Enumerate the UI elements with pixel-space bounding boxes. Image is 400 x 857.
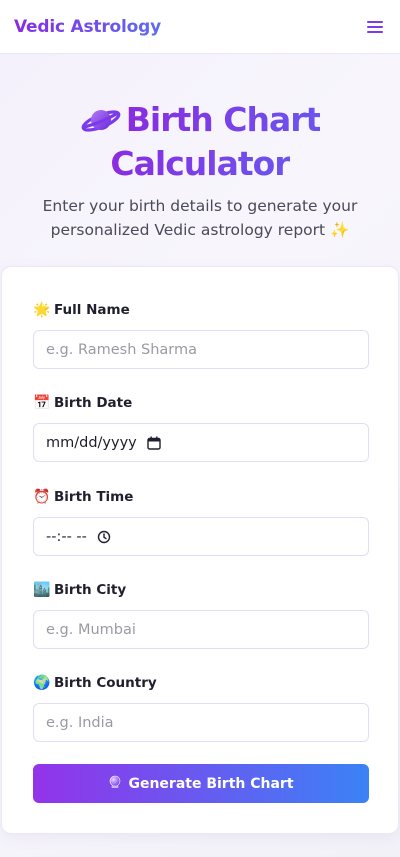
generate-birth-chart-label: Generate Birth Chart bbox=[128, 775, 294, 792]
page-subtitle: Enter your birth details to generate you… bbox=[42, 197, 358, 239]
birth-country-input[interactable]: e.g. India bbox=[33, 703, 369, 742]
ringed-planet-icon bbox=[80, 104, 122, 144]
title-line-2: Calculator bbox=[110, 144, 290, 183]
hamburger-menu-button[interactable] bbox=[364, 16, 386, 38]
birth-date-value: mm/dd/yyyy bbox=[46, 434, 137, 451]
crystal-ball-icon bbox=[108, 775, 122, 793]
full-name-placeholder: e.g. Ramesh Sharma bbox=[46, 341, 197, 358]
star-icon: 🌟 bbox=[33, 302, 51, 318]
globe-icon: 🌍 bbox=[33, 675, 51, 691]
birth-country-placeholder: e.g. India bbox=[46, 714, 114, 731]
title-line-1: Birth Chart bbox=[125, 100, 322, 139]
full-name-label: 🌟 Full Name bbox=[33, 300, 369, 320]
birth-time-input[interactable]: --:-- -- bbox=[33, 517, 369, 556]
birth-date-field: 📅 Birth Date mm/dd/yyyy bbox=[33, 393, 369, 462]
birth-time-label-text: Birth Time bbox=[54, 489, 134, 505]
top-nav-bar: Vedic Astrology bbox=[0, 0, 400, 54]
birth-city-input[interactable]: e.g. Mumbai bbox=[33, 610, 369, 649]
birth-city-label-text: Birth City bbox=[54, 582, 127, 598]
clock-icon[interactable] bbox=[97, 530, 111, 544]
hamburger-menu-icon bbox=[367, 20, 383, 33]
birth-date-label-text: Birth Date bbox=[54, 395, 133, 411]
cityscape-icon: 🏙️ bbox=[33, 582, 51, 598]
birth-details-form: 🌟 Full Name e.g. Ramesh Sharma 📅 Birth D… bbox=[1, 266, 399, 834]
generate-birth-chart-button[interactable]: Generate Birth Chart bbox=[33, 764, 369, 803]
full-name-input[interactable]: e.g. Ramesh Sharma bbox=[33, 330, 369, 369]
birth-time-field: ⏰ Birth Time --:-- -- bbox=[33, 487, 369, 556]
birth-time-label: ⏰ Birth Time bbox=[33, 487, 369, 507]
page-title: Birth Chart Calculator bbox=[0, 100, 400, 184]
birth-date-label: 📅 Birth Date bbox=[33, 393, 369, 413]
brand-logo-text[interactable]: Vedic Astrology bbox=[14, 17, 161, 37]
hero-section: Birth Chart Calculator Enter your birth … bbox=[0, 54, 400, 242]
alarm-clock-icon: ⏰ bbox=[33, 489, 51, 505]
birth-time-value: --:-- -- bbox=[46, 528, 87, 545]
birth-city-field: 🏙️ Birth City e.g. Mumbai bbox=[33, 580, 369, 649]
full-name-field: 🌟 Full Name e.g. Ramesh Sharma bbox=[33, 300, 369, 369]
calendar-icon[interactable] bbox=[147, 436, 161, 450]
calendar-emoji-icon: 📅 bbox=[33, 395, 51, 411]
birth-country-label: 🌍 Birth Country bbox=[33, 673, 369, 693]
birth-country-label-text: Birth Country bbox=[54, 675, 157, 691]
birth-date-input[interactable]: mm/dd/yyyy bbox=[33, 423, 369, 462]
full-name-label-text: Full Name bbox=[54, 302, 130, 318]
birth-city-label: 🏙️ Birth City bbox=[33, 580, 369, 600]
birth-country-field: 🌍 Birth Country e.g. India bbox=[33, 673, 369, 742]
birth-city-placeholder: e.g. Mumbai bbox=[46, 621, 136, 638]
